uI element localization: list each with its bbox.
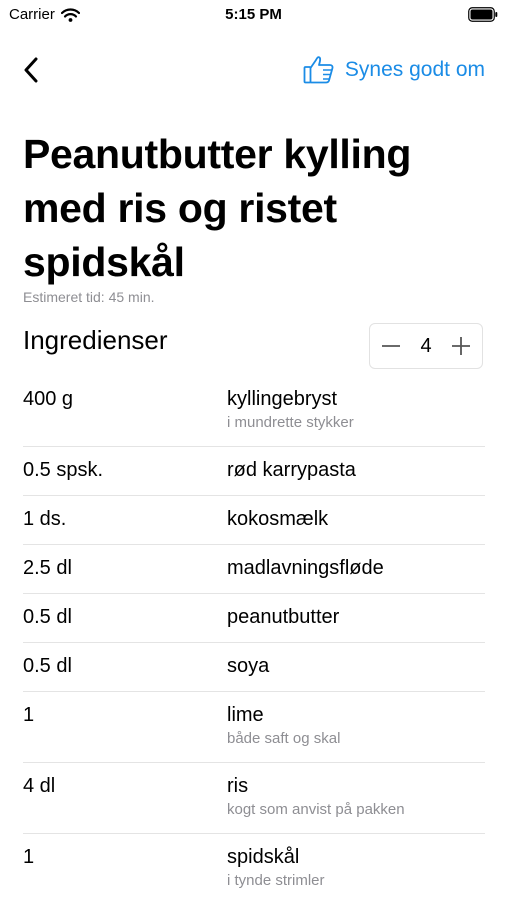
ingredient-name: madlavningsfløde [227, 557, 384, 579]
ingredient-amount: 4 dl [23, 775, 56, 797]
ingredients-heading: Ingredienser [23, 325, 168, 355]
ingredient-amount: 1 [23, 704, 35, 726]
ingredient-row: 1 lime både saft og skal [23, 692, 485, 763]
ingredient-name: lime [227, 704, 264, 726]
ingredient-row: 0.5 spsk. rød karrypasta [23, 447, 485, 496]
ingredient-amount: 0.5 dl [23, 655, 72, 677]
ingredient-list: 400 g kyllingebryst i mundrette stykker … [23, 376, 485, 904]
status-bar: Carrier 5:15 PM [0, 0, 507, 30]
ingredient-amount: 1 ds. [23, 508, 67, 530]
status-time: 5:15 PM [225, 6, 282, 23]
ingredient-row: 2.5 dl madlavningsfløde [23, 545, 485, 594]
chevron-left-icon [24, 57, 38, 83]
like-button[interactable]: Synes godt om [303, 52, 485, 88]
ingredient-note: både saft og skal [227, 730, 341, 747]
ingredient-name: rød karrypasta [227, 459, 356, 481]
decrease-servings-button[interactable] [380, 335, 402, 357]
battery-icon [468, 7, 498, 26]
servings-stepper: 4 [369, 323, 483, 369]
ingredient-name: kyllingebryst [227, 388, 338, 410]
ingredient-amount: 0.5 spsk. [23, 459, 104, 481]
ingredient-amount: 400 g [23, 388, 74, 410]
servings-count: 4 [420, 334, 432, 357]
ingredient-amount: 2.5 dl [23, 557, 72, 579]
increase-servings-button[interactable] [450, 335, 472, 357]
ingredient-name: soya [227, 655, 270, 677]
ingredient-row: 1 spidskål i tynde strimler [23, 834, 485, 904]
ingredient-note: i tynde strimler [227, 872, 325, 889]
ingredient-amount: 1 [23, 846, 35, 868]
ingredient-note: kogt som anvist på pakken [227, 801, 405, 818]
ingredient-amount: 0.5 dl [23, 606, 72, 628]
ingredient-name: kokosmælk [227, 508, 329, 530]
ingredient-name: peanutbutter [227, 606, 340, 628]
ingredient-name: spidskål [227, 846, 300, 868]
navigation-bar: Synes godt om [0, 30, 507, 114]
back-button[interactable] [14, 52, 48, 88]
ingredient-note: i mundrette stykker [227, 414, 354, 431]
ingredient-row: 4 dl ris kogt som anvist på pakken [23, 763, 485, 834]
recipe-title: Peanutbutter kylling med ris og ristet s… [23, 131, 412, 285]
ingredient-row: 0.5 dl peanutbutter [23, 594, 485, 643]
plus-icon [452, 337, 470, 355]
ingredient-row: 400 g kyllingebryst i mundrette stykker [23, 376, 485, 447]
ingredient-name: ris [227, 775, 249, 797]
estimated-time: Estimeret tid: 45 min. [23, 289, 155, 305]
like-label: Synes godt om [344, 58, 485, 81]
ingredient-row: 0.5 dl soya [23, 643, 485, 692]
minus-icon [382, 345, 400, 347]
thumbs-up-icon [303, 56, 334, 84]
ingredient-row: 1 ds. kokosmælk [23, 496, 485, 545]
